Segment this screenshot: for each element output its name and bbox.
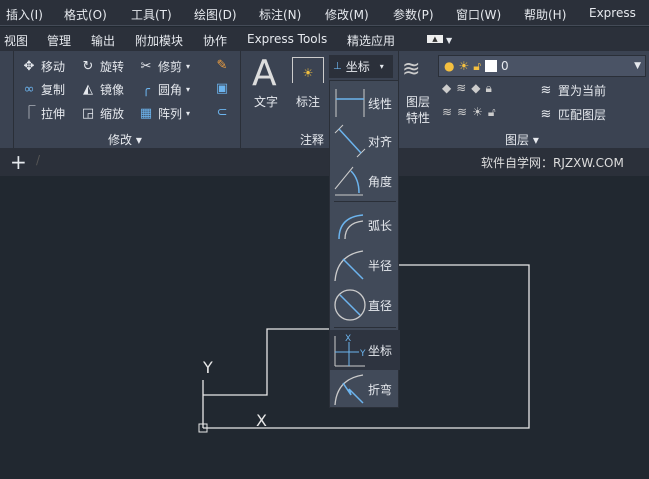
linear-dim-icon [335, 89, 365, 117]
dim-radius-item[interactable]: 半径 [330, 245, 400, 285]
dim-angular-item[interactable]: 角度 [330, 161, 400, 201]
ordinate-icon: XY [334, 334, 366, 367]
diameter-icon [334, 289, 366, 321]
dim-ordinate-item[interactable]: X Y 坐标 [330, 330, 400, 370]
dim-linear-item[interactable]: 线性 [330, 83, 400, 123]
radius-icon [334, 250, 364, 282]
dim-diameter-item[interactable]: 直径 [330, 285, 400, 325]
aligned-dim-icon [334, 124, 366, 158]
svg-text:X: X [345, 334, 351, 344]
dim-arc-length-item[interactable]: 弧长 [330, 205, 400, 245]
arc-length-icon [338, 214, 364, 240]
ucs-x-label: X [256, 411, 267, 430]
angular-dim-icon [334, 166, 363, 196]
svg-text:Y: Y [359, 349, 366, 359]
dim-jogged-item[interactable]: 折弯 [330, 369, 400, 409]
dim-aligned-item[interactable]: 对齐 [330, 121, 400, 161]
drawing-canvas[interactable]: Y X [0, 0, 649, 479]
ucs-y-label: Y [202, 358, 213, 377]
dimension-dropdown-menu: 线性 对齐 角度 弧长 半径 直径 X Y 坐标 折弯 [329, 80, 400, 409]
jogged-icon [334, 374, 364, 406]
